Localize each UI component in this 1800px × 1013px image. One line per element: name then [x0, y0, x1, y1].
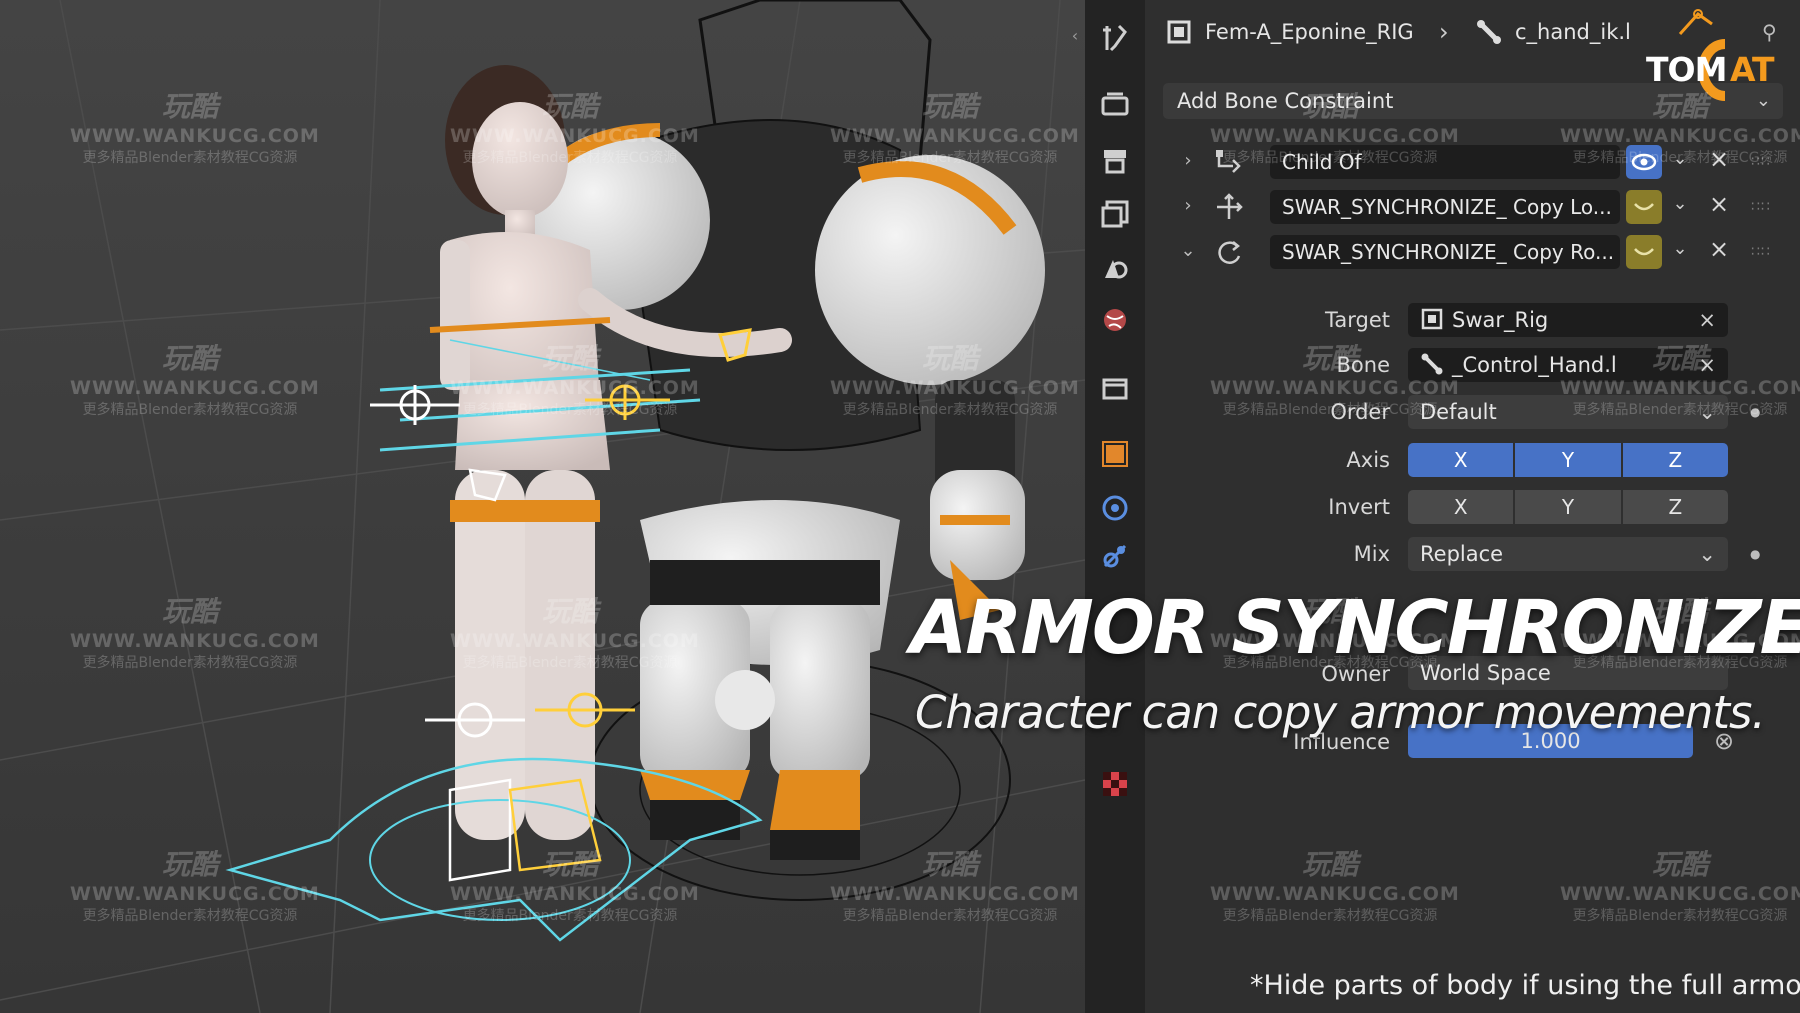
- target-label: Target: [1325, 308, 1390, 332]
- copy-rotation-icon: [1218, 241, 1241, 264]
- chevron-down-icon[interactable]: ⌄: [1668, 193, 1692, 214]
- invert-y-toggle[interactable]: Y: [1515, 490, 1621, 524]
- target-value: Swar_Rig: [1452, 308, 1549, 332]
- bone-value: _Control_Hand.l: [1452, 353, 1617, 377]
- mix-value: Replace: [1420, 542, 1504, 566]
- add-bone-constraint-label: Add Bone Constraint: [1177, 89, 1394, 113]
- constraint-name-field[interactable]: Child Of: [1270, 145, 1620, 179]
- axis-y-toggle[interactable]: Y: [1515, 443, 1621, 477]
- axis-z-toggle[interactable]: Z: [1622, 443, 1728, 477]
- constraint-copy-rotation[interactable]: ⌄ SWAR_SYNCHRONIZE_ Copy Ro... ⌄ × ∷∷: [1163, 230, 1783, 274]
- breadcrumb-bone[interactable]: c_hand_ik.l: [1475, 14, 1631, 50]
- order-label: Order: [1330, 400, 1390, 424]
- mix-dropdown[interactable]: Replace ⌄: [1408, 537, 1728, 571]
- logo-text-at: AT: [1730, 50, 1774, 89]
- mix-label: Mix: [1353, 542, 1390, 566]
- bone-label: Bone: [1336, 353, 1390, 377]
- physics-icon[interactable]: [1099, 492, 1131, 524]
- collapse-sidebar-icon[interactable]: ‹: [1066, 24, 1084, 48]
- breadcrumb-object-label: Fem-A_Eponine_RIG: [1205, 20, 1414, 44]
- breadcrumb-bone-label: c_hand_ik.l: [1515, 20, 1631, 44]
- chevron-down-icon[interactable]: ⌄: [1668, 148, 1692, 169]
- pin-icon[interactable]: ⚲: [1762, 20, 1777, 44]
- scene-icon[interactable]: [1099, 250, 1131, 282]
- order-value: Default: [1420, 400, 1497, 424]
- axis-toggle-group: X Y Z: [1408, 443, 1728, 477]
- order-dropdown[interactable]: Default ⌄: [1408, 395, 1728, 429]
- clear-icon[interactable]: ×: [1698, 348, 1716, 382]
- chevron-down-icon[interactable]: ⌄: [1668, 238, 1692, 259]
- bone-field[interactable]: _Control_Hand.l ×: [1408, 348, 1728, 382]
- drag-handle-icon[interactable]: ∷∷: [1751, 154, 1771, 170]
- bone-constraint-properties: Fem-A_Eponine_RIG › c_hand_ik.l Add Bone…: [1145, 0, 1800, 1013]
- armature-object-icon: [1421, 308, 1443, 330]
- breadcrumb-separator-icon: ›: [1439, 18, 1449, 46]
- close-icon[interactable]: ×: [1706, 190, 1732, 218]
- copy-location-icon: [1217, 193, 1243, 219]
- child-of-icon: [1216, 150, 1241, 173]
- keyframe-dot-icon[interactable]: ●: [1750, 547, 1760, 561]
- enable-toggle-eye-icon[interactable]: [1626, 145, 1662, 179]
- enable-toggle-icon[interactable]: [1626, 235, 1662, 269]
- overlay-subtitle: Character can copy armor movements.: [915, 686, 1766, 739]
- invert-toggle-group: X Y Z: [1408, 490, 1728, 524]
- object-constraint-icon[interactable]: [1099, 540, 1131, 572]
- invert-label: Invert: [1328, 495, 1390, 519]
- constraint-child-of[interactable]: › Child Of ⌄ × ∷∷: [1163, 140, 1783, 184]
- axis-x-toggle[interactable]: X: [1408, 443, 1514, 477]
- target-field[interactable]: Swar_Rig ×: [1408, 303, 1728, 337]
- enable-toggle-icon[interactable]: [1626, 190, 1662, 224]
- armature-object-icon: [1167, 20, 1191, 44]
- expand-icon[interactable]: ›: [1179, 150, 1197, 171]
- tool-icon[interactable]: [1099, 22, 1131, 54]
- drag-handle-icon[interactable]: ∷∷: [1751, 199, 1771, 215]
- tomcat-logo: TOM AT: [1640, 4, 1780, 108]
- clear-icon[interactable]: ×: [1698, 303, 1716, 337]
- invert-x-toggle[interactable]: X: [1408, 490, 1514, 524]
- chevron-down-icon: ⌄: [1698, 542, 1716, 566]
- chevron-down-icon: ⌄: [1698, 400, 1716, 424]
- world-icon[interactable]: [1099, 304, 1131, 336]
- keyframe-dot-icon[interactable]: ●: [1750, 405, 1760, 419]
- bone-icon: [1421, 353, 1443, 375]
- properties-tab-strip: [1085, 0, 1145, 1013]
- 3d-viewport[interactable]: ‹: [0, 0, 1085, 1013]
- close-icon[interactable]: ×: [1706, 235, 1732, 263]
- overlay-note: *Hide parts of body if using the full ar…: [1250, 970, 1800, 1001]
- bone-icon: [1477, 20, 1501, 44]
- drag-handle-icon[interactable]: ∷∷: [1751, 244, 1771, 260]
- texture-icon[interactable]: [1099, 768, 1131, 800]
- close-icon[interactable]: ×: [1706, 145, 1732, 173]
- constraint-name-field[interactable]: SWAR_SYNCHRONIZE_ Copy Lo...: [1270, 190, 1620, 224]
- output-icon[interactable]: [1099, 144, 1131, 176]
- logo-text-tom: TOM: [1646, 50, 1727, 89]
- axis-label: Axis: [1346, 448, 1390, 472]
- collapse-icon[interactable]: ⌄: [1179, 240, 1197, 261]
- overlay-title: ARMOR SYNCHRONIZE: [910, 585, 1800, 671]
- expand-icon[interactable]: ›: [1179, 195, 1197, 216]
- invert-z-toggle[interactable]: Z: [1622, 490, 1728, 524]
- collection-icon[interactable]: [1099, 372, 1131, 404]
- view-layer-icon[interactable]: [1099, 198, 1131, 230]
- constraint-copy-location[interactable]: › SWAR_SYNCHRONIZE_ Copy Lo... ⌄ × ∷∷: [1163, 185, 1783, 229]
- constraint-name-field[interactable]: SWAR_SYNCHRONIZE_ Copy Ro...: [1270, 235, 1620, 269]
- object-icon[interactable]: [1099, 438, 1131, 470]
- breadcrumb-object[interactable]: Fem-A_Eponine_RIG: [1165, 14, 1414, 50]
- render-icon[interactable]: [1099, 88, 1131, 120]
